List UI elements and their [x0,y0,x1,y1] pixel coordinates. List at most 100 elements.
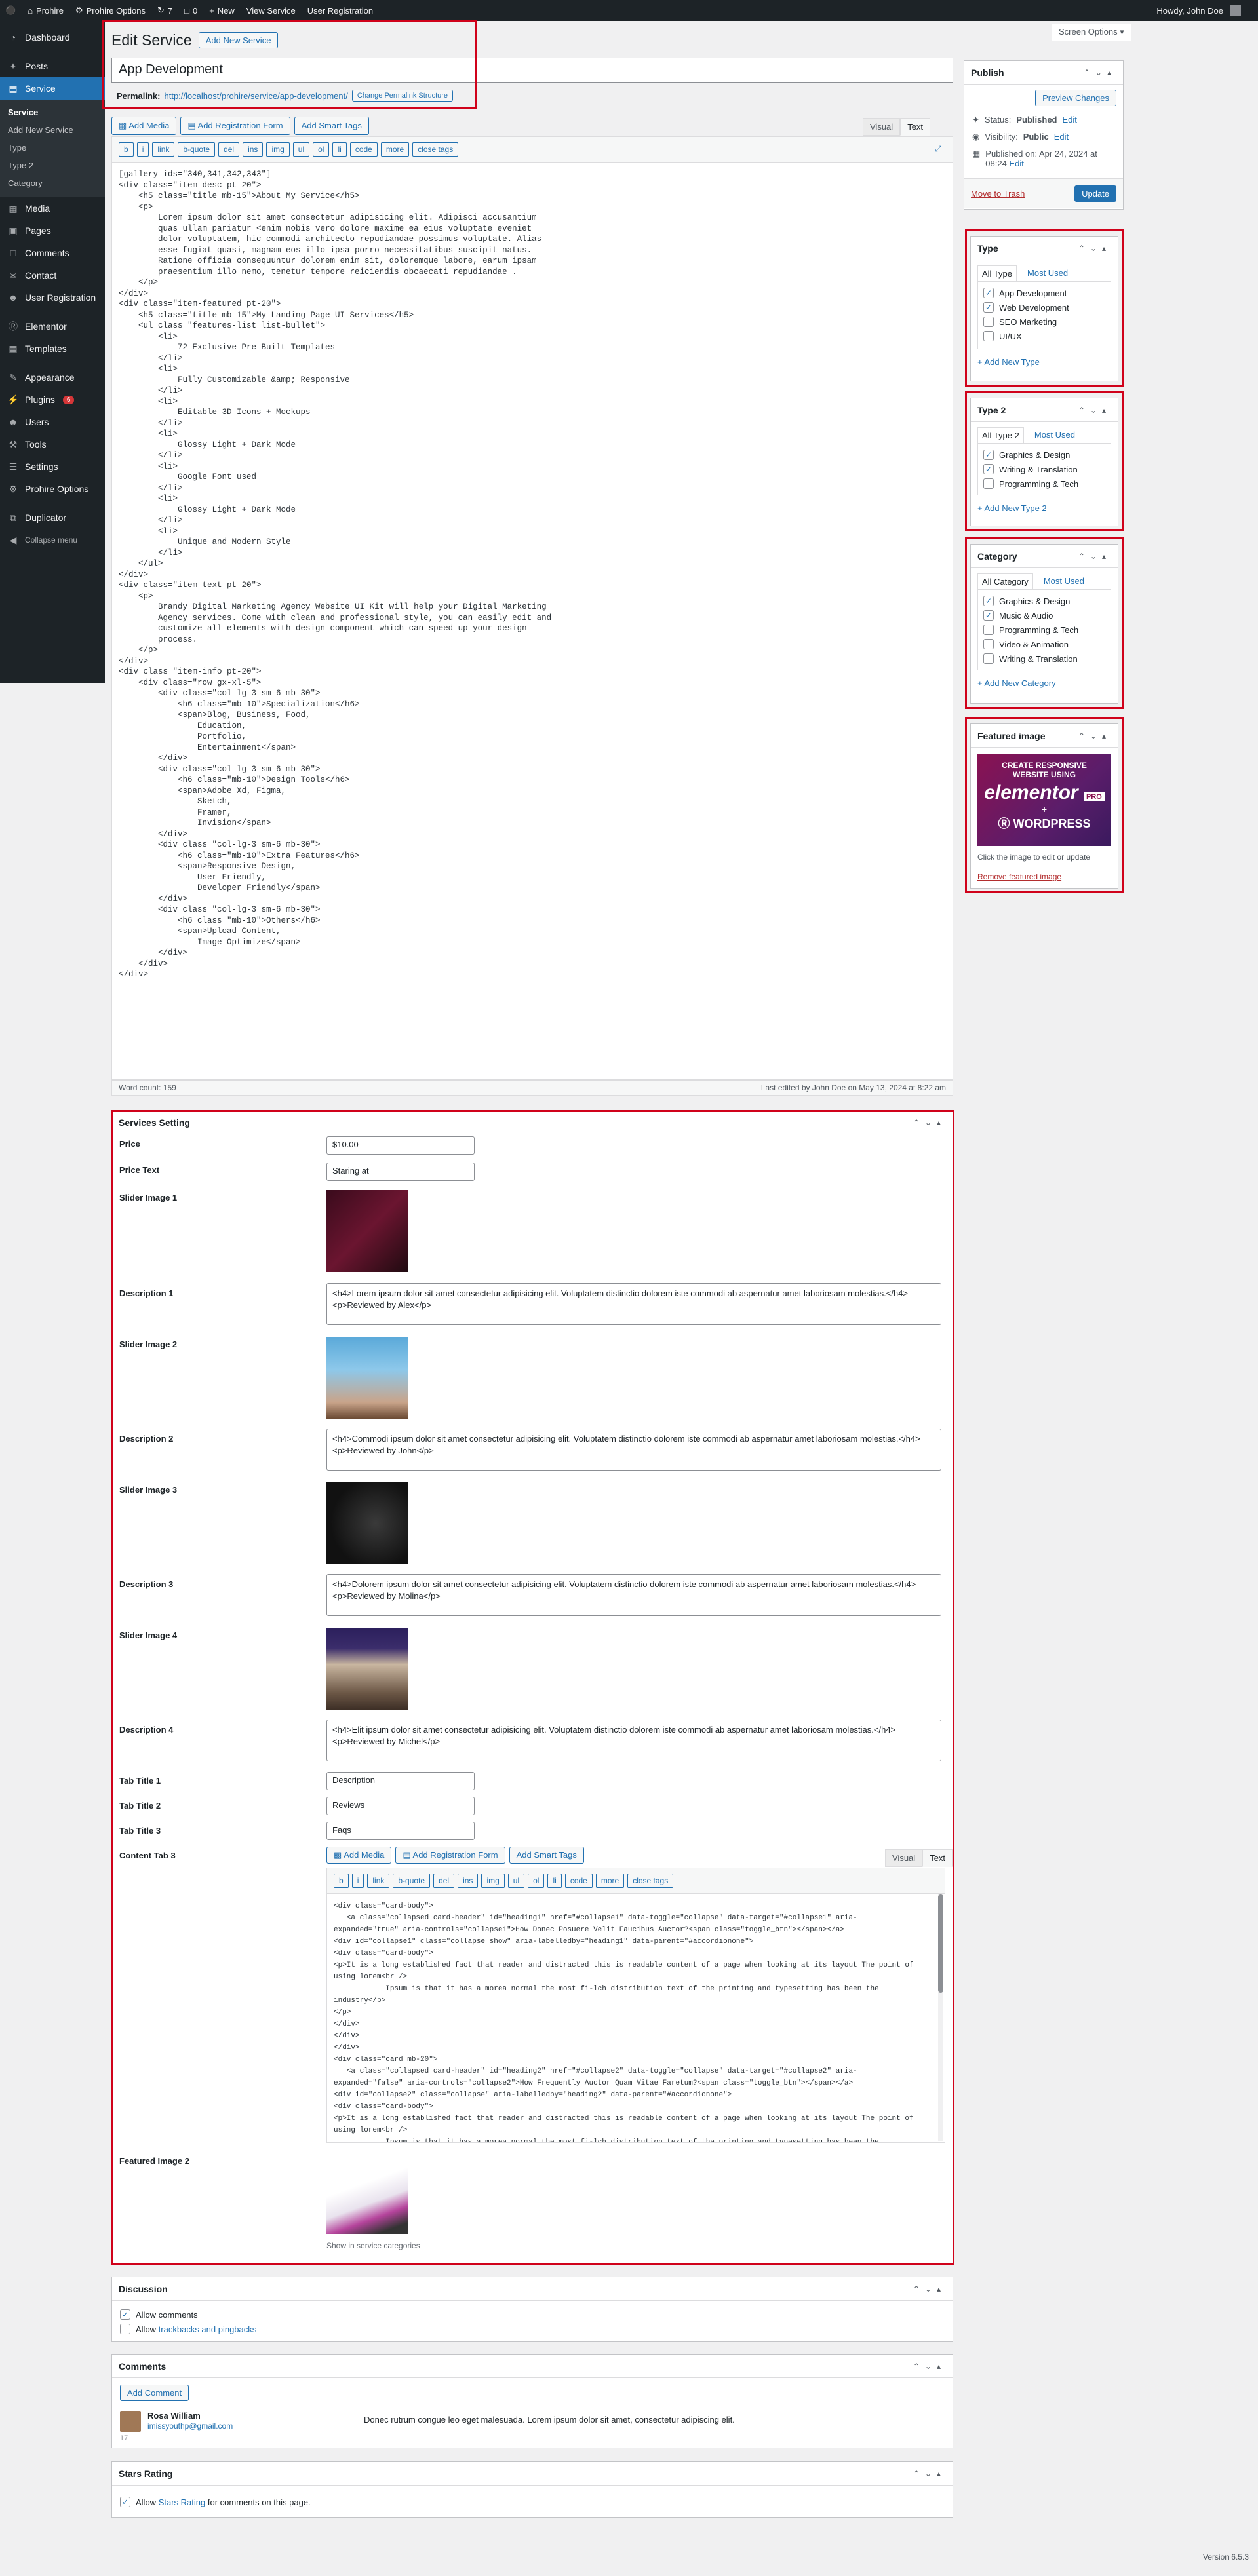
featured-image[interactable]: CREATE RESPONSIVE WEBSITE USING elemento… [977,754,1111,846]
howdy-user-menu[interactable]: Howdy, John Doe [1156,5,1241,16]
category-box-header[interactable]: Category ⌃⌄▴ [971,545,1118,568]
type2-option-programming-tech[interactable]: Programming & Tech [983,476,1105,491]
add-smart-tags-button[interactable]: Add Smart Tags [294,117,369,135]
type-box-header[interactable]: Type ⌃⌄▴ [971,237,1118,260]
menu-item-media[interactable]: ▩ Media [0,197,105,220]
box-controls-icon[interactable]: ⌃⌄▴ [1078,552,1111,561]
allow-stars-rating-option[interactable]: ✓ Allow Stars Rating for comments on this… [120,2495,945,2509]
add-media-button[interactable]: ▩ Add Media [111,117,177,135]
editor-text-content[interactable]: [gallery ids="340,341,342,343"] <div cla… [112,163,953,987]
menu-item-user-registration[interactable]: ☻ User Registration [0,286,105,309]
checkbox-checked[interactable]: ✓ [120,2497,130,2507]
checkbox-checked[interactable]: ✓ [983,450,994,460]
tab-all-type[interactable]: All Type [977,265,1017,281]
price-text-input[interactable]: Staring at [326,1163,475,1181]
qtag-i[interactable]: i [136,142,149,157]
trackbacks-link[interactable]: trackbacks and pingbacks [159,2324,257,2334]
allow-trackbacks-option[interactable]: Allow trackbacks and pingbacks [120,2322,945,2336]
qtag-b[interactable]: b [119,142,134,157]
checkbox[interactable] [120,2324,130,2334]
box-controls-icon[interactable]: ⌃⌄▴ [1078,731,1111,740]
permalink-url-link[interactable]: http://localhost/prohire/service/app-dev… [164,91,347,101]
change-permalink-button[interactable]: Change Permalink Structure [351,90,454,102]
allow-comments-option[interactable]: ✓ Allow comments [120,2307,945,2322]
comments-link[interactable]: □ 0 [184,6,197,16]
edit-date-link[interactable]: Edit [1009,159,1023,168]
menu-item-comments[interactable]: □ Comments [0,242,105,264]
menu-item-posts[interactable]: ✦ Posts [0,55,105,77]
category-option-graphics-design[interactable]: ✓ Graphics & Design [983,594,1105,608]
qtag-ins[interactable]: ins [243,142,264,157]
slider-image-2[interactable] [326,1337,408,1419]
menu-item-service[interactable]: ▤ Service [0,77,105,100]
submenu-add-new-service[interactable]: Add New Service [0,121,105,139]
qtag-more[interactable]: more [595,1874,625,1888]
box-controls-icon[interactable]: ⌃⌄▴ [1084,68,1116,77]
description-2-textarea[interactable]: <h4>Commodi ipsum dolor sit amet consect… [326,1429,941,1471]
qtag-li[interactable]: li [332,142,347,157]
edit-status-link[interactable]: Edit [1063,115,1077,125]
price-input[interactable]: $10.00 [326,1136,475,1155]
add-comment-button[interactable]: Add Comment [120,2385,189,2401]
menu-item-prohire-options[interactable]: ⚙ Prohire Options [0,478,105,500]
menu-item-elementor[interactable]: Ⓡ Elementor [0,315,105,337]
collapse-menu-button[interactable]: ◀ Collapse menu [0,529,105,551]
tab-most-used-type[interactable]: Most Used [1023,265,1072,281]
publish-box-header[interactable]: Publish ⌃⌄▴ [964,61,1123,85]
category-option-programming-tech[interactable]: Programming & Tech [983,623,1105,637]
type-option-seo-marketing[interactable]: SEO Marketing [983,315,1105,329]
qtag-img[interactable]: img [481,1874,505,1888]
menu-item-tools[interactable]: ⚒ Tools [0,433,105,455]
slider-image-4[interactable] [326,1628,408,1710]
checkbox-checked[interactable]: ✓ [983,288,994,298]
content-add-registration-form-button[interactable]: ▤ Add Registration Form [395,1847,505,1864]
scrollbar[interactable] [938,1894,943,2141]
qtag-close-tags[interactable]: close tags [627,1874,674,1888]
content-tab-editor[interactable]: b i link b-quote del ins img ul ol li co… [326,1868,945,2143]
menu-item-contact[interactable]: ✉ Contact [0,264,105,286]
menu-item-settings[interactable]: ☰ Settings [0,455,105,478]
tab-text[interactable]: Text [900,118,931,136]
content-tab-visual[interactable]: Visual [885,1849,923,1867]
box-controls-icon[interactable]: ⌃⌄▴ [913,2469,946,2478]
tab-title-3-input[interactable]: Faqs [326,1822,475,1840]
post-title-input[interactable]: App Development [111,58,953,83]
qtag-i[interactable]: i [351,1874,364,1888]
type2-option-writing-translation[interactable]: ✓ Writing & Translation [983,462,1105,476]
submenu-type-2[interactable]: Type 2 [0,157,105,174]
slider-image-1[interactable] [326,1190,408,1272]
discussion-header[interactable]: Discussion ⌃⌄▴ [112,2277,953,2301]
box-controls-icon[interactable]: ⌃⌄▴ [913,2362,946,2371]
qtag-ins[interactable]: ins [458,1874,479,1888]
updates-link[interactable]: ↻ 7 [157,5,172,16]
new-content-link[interactable]: + New [209,6,235,16]
content-add-media-button[interactable]: ▩ Add Media [326,1847,392,1864]
qtag-ul[interactable]: ul [292,142,310,157]
qtag-li[interactable]: li [547,1874,562,1888]
category-option-music-audio[interactable]: ✓ Music & Audio [983,608,1105,623]
comment-email-link[interactable]: imissyouthp@gmail.com [147,2421,233,2431]
tab-most-used-category[interactable]: Most Used [1040,573,1088,589]
tab-most-used-type-2[interactable]: Most Used [1031,427,1079,443]
content-add-smart-tags-button[interactable]: Add Smart Tags [509,1847,584,1864]
qtag-ul[interactable]: ul [507,1874,525,1888]
category-option-writing-translation[interactable]: Writing & Translation [983,651,1105,666]
menu-item-appearance[interactable]: ✎ Appearance [0,366,105,389]
user-registration-link[interactable]: User Registration [307,6,373,16]
qtag-link[interactable]: link [367,1874,390,1888]
view-service-link[interactable]: View Service [246,6,296,16]
comments-header[interactable]: Comments ⌃⌄▴ [112,2355,953,2378]
update-button[interactable]: Update [1074,185,1116,202]
add-new-service-button[interactable]: Add New Service [198,32,279,48]
add-registration-form-button[interactable]: ▤ Add Registration Form [180,117,290,135]
tab-all-type-2[interactable]: All Type 2 [977,427,1024,443]
tab-title-1-input[interactable]: Description [326,1772,475,1790]
checkbox-checked[interactable]: ✓ [120,2309,130,2320]
edit-visibility-link[interactable]: Edit [1054,132,1069,142]
screen-options-button[interactable]: Screen Options ▾ [1052,24,1131,41]
add-new-category-link[interactable]: + Add New Category [971,670,1118,696]
menu-item-pages[interactable]: ▣ Pages [0,220,105,242]
description-1-textarea[interactable]: <h4>Lorem ipsum dolor sit amet consectet… [326,1283,941,1325]
qtag-ol[interactable]: ol [528,1874,545,1888]
submenu-category[interactable]: Category [0,174,105,192]
